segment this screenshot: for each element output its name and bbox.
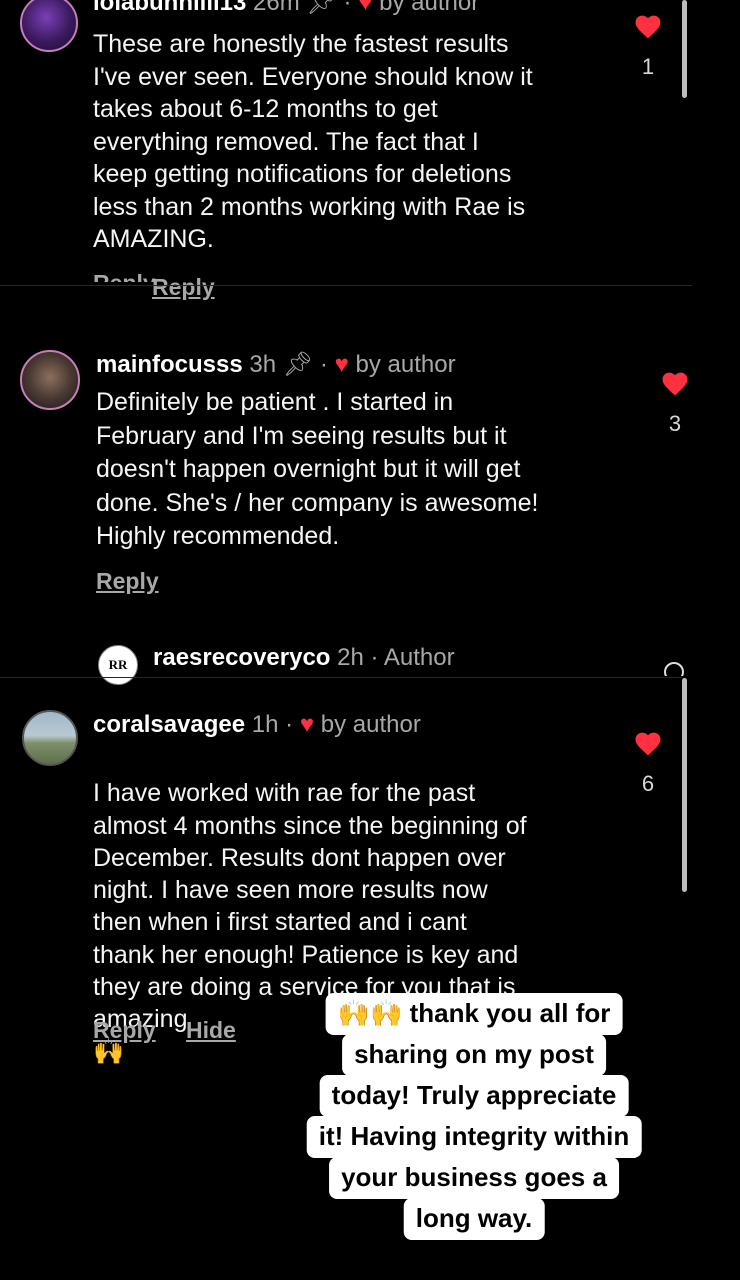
- like-count: 1: [641, 54, 655, 79]
- scrollbar-top[interactable]: [682, 0, 687, 98]
- like-count: 3: [668, 411, 682, 436]
- like-heart-icon[interactable]: [634, 14, 662, 39]
- separator-dot: ·: [285, 711, 294, 738]
- reply-button[interactable]: Reply: [152, 274, 215, 301]
- like-heart-icon[interactable]: [634, 731, 662, 756]
- liked-by-label: by author: [355, 351, 456, 378]
- hide-button[interactable]: Hide: [186, 1017, 236, 1044]
- username[interactable]: lolabunniiii13: [93, 0, 246, 16]
- sticker-line: long way.: [403, 1198, 545, 1240]
- liked-heart-icon: ♥: [334, 351, 349, 378]
- reply-button[interactable]: Reply: [96, 568, 159, 595]
- avatar[interactable]: [20, 350, 80, 410]
- comment-header: lolabunniiii13 26m 📌︎ · ♥ by author: [93, 0, 479, 17]
- author-avatar[interactable]: RR: [98, 645, 138, 685]
- username[interactable]: coralsavagee: [93, 711, 245, 738]
- sticker-line: your business goes a: [329, 1157, 619, 1199]
- scrollbar-bottom[interactable]: [682, 678, 687, 892]
- sticker-line-text: thank you all for: [409, 998, 611, 1028]
- like-heart-icon[interactable]: [661, 371, 689, 396]
- separator-dot: ·: [370, 644, 379, 671]
- liked-heart-icon: ♥: [358, 0, 373, 16]
- comment-time: 1h: [251, 711, 279, 738]
- username[interactable]: mainfocusss: [96, 351, 243, 378]
- comment-time: 26m: [253, 0, 300, 16]
- separator-dot: ·: [343, 0, 352, 16]
- divider: [0, 677, 682, 678]
- divider: [0, 285, 692, 286]
- reply-button-ghost[interactable]: Reply: [93, 268, 156, 282]
- reply-button[interactable]: Reply: [93, 1017, 156, 1044]
- liked-by-label: by author: [320, 711, 421, 738]
- sticker-line: today! Truly appreciate: [319, 1075, 629, 1117]
- comment-header: coralsavagee 1h · ♥ by author: [93, 711, 421, 739]
- avatar[interactable]: [20, 0, 78, 52]
- comment-text: These are honestly the fastest results I…: [93, 30, 533, 253]
- sticker-line: it! Having integrity within: [306, 1116, 642, 1158]
- comment-text: Definitely be patient . I started in Feb…: [96, 388, 539, 550]
- pin-icon: 📌︎: [306, 0, 337, 16]
- sticker-line: 🙌🙌 thank you all for: [325, 993, 623, 1035]
- author-tag: Author: [383, 644, 455, 671]
- author-reply-time: 2h: [337, 644, 364, 671]
- raised-hands-emoji-icon: 🙌🙌: [337, 999, 403, 1029]
- liked-by-label: by author: [379, 0, 480, 16]
- author-username[interactable]: raesrecoveryco: [153, 644, 330, 671]
- liked-heart-icon: ♥: [299, 711, 315, 738]
- pin-icon: 📌︎: [282, 351, 314, 378]
- partial-icon: [664, 662, 686, 676]
- like-count: 6: [641, 771, 655, 796]
- sticker-line: sharing on my post: [342, 1034, 606, 1076]
- avatar[interactable]: [22, 710, 78, 766]
- comment-time: 3h: [249, 351, 277, 378]
- comment-header: mainfocusss 3h 📌︎ · ♥ by author: [96, 350, 456, 379]
- separator-dot: ·: [319, 351, 328, 378]
- author-reply-header: raesrecoveryco 2h · Author: [153, 644, 455, 672]
